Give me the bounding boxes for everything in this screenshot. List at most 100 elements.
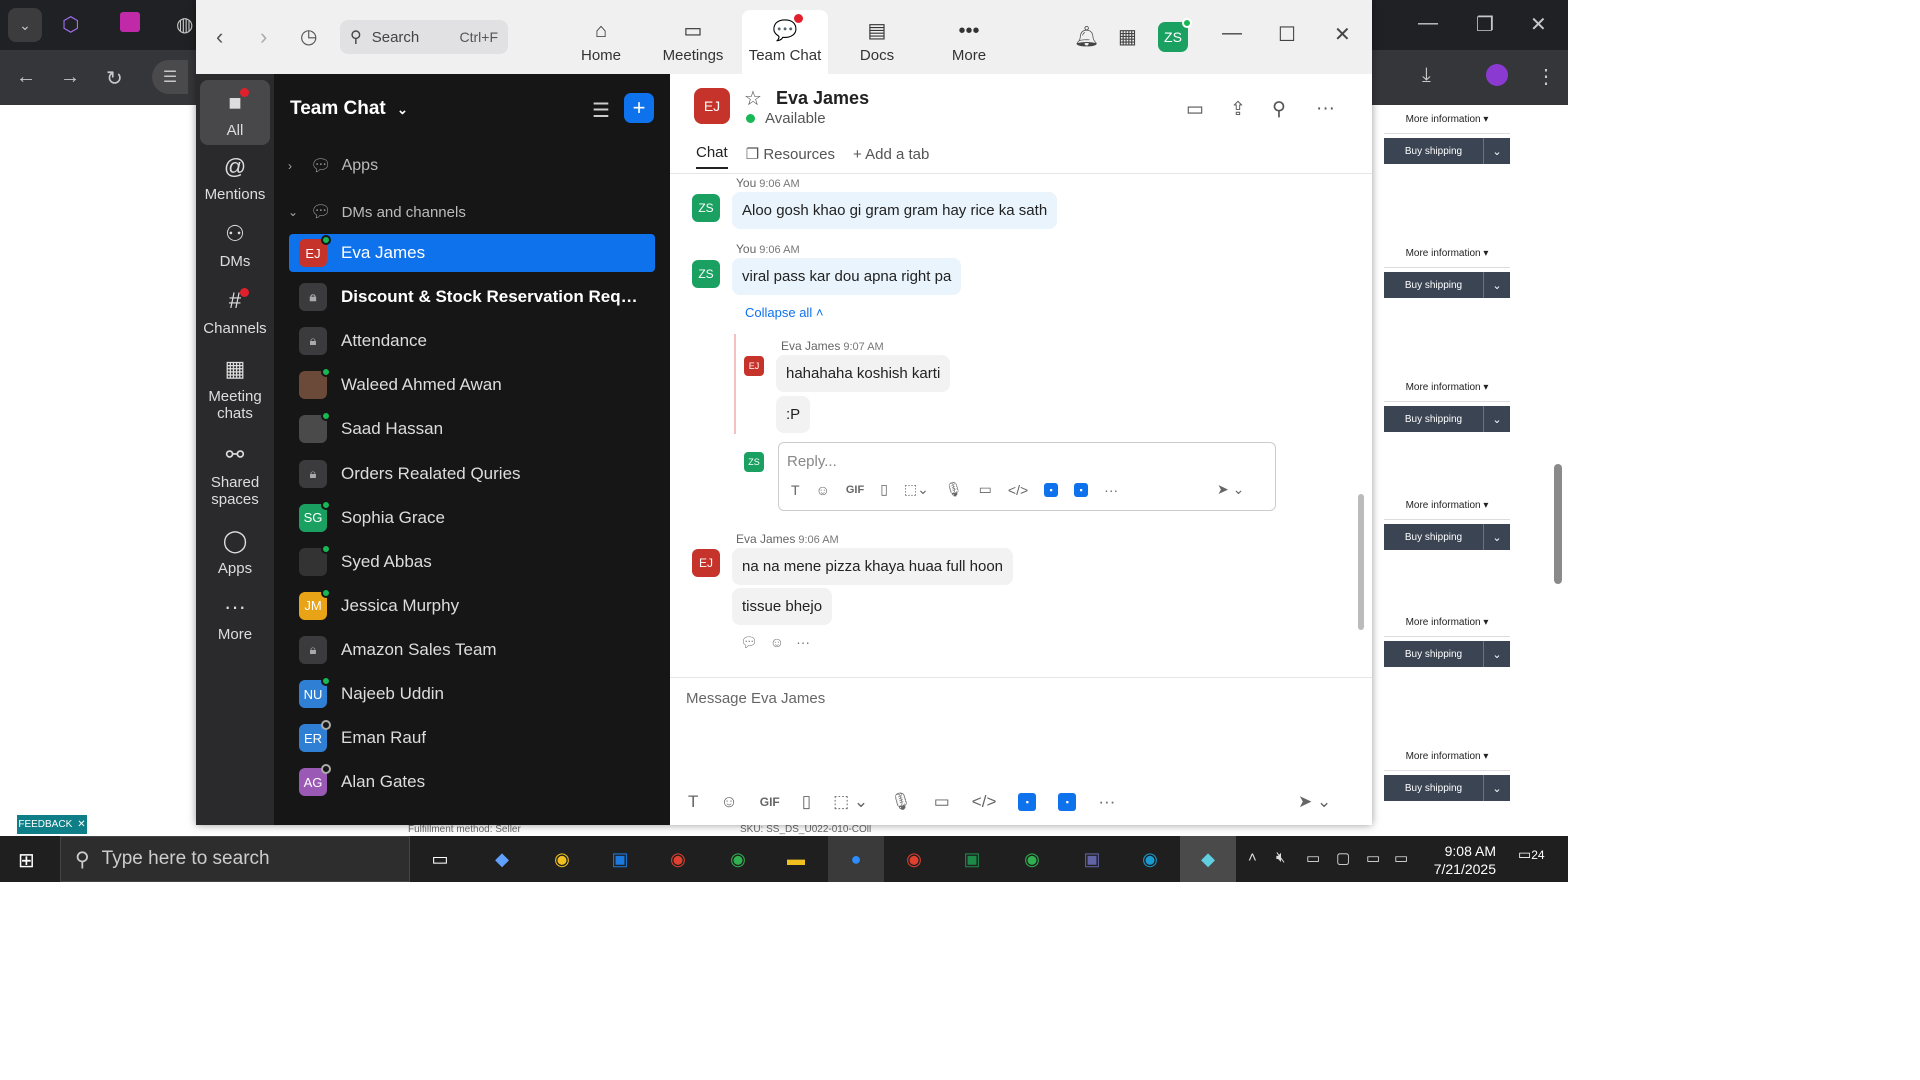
site-settings-icon[interactable]: ☰	[152, 60, 188, 94]
share-screen-icon[interactable]: ⇪	[1230, 98, 1246, 121]
history-icon[interactable]: ◷	[300, 24, 317, 49]
contact-name[interactable]: Eva James	[776, 88, 869, 109]
back-icon[interactable]: ‹	[216, 24, 223, 50]
tab-favicon-icon[interactable]	[120, 12, 140, 32]
send-icon[interactable]: ➤ ⌄	[1217, 481, 1244, 498]
task-view-icon[interactable]: ▭	[424, 845, 456, 873]
video-clip-icon[interactable]: ▭	[934, 792, 950, 812]
sidebar-item[interactable]: EJ Eva James	[289, 234, 655, 272]
message-bubble[interactable]: Aloo gosh khao gi gram gram hay rice ka …	[732, 192, 1058, 229]
gif-icon[interactable]: GIF	[760, 795, 780, 809]
display-icon[interactable]: ▢	[1336, 849, 1350, 867]
more-information-link[interactable]: More information ▾	[1384, 751, 1510, 771]
rail-mentions[interactable]: @ Mentions	[200, 154, 270, 203]
page-scrollbar[interactable]	[1552, 112, 1564, 824]
message-bubble[interactable]: na na mene pizza khaya huaa full hoon	[732, 548, 1014, 585]
code-icon[interactable]: </>	[972, 792, 997, 812]
outlook-icon[interactable]: ▣	[604, 845, 636, 873]
screenshot-icon[interactable]: ⬚ ⌄	[833, 792, 868, 812]
chrome-icon[interactable]: ◉	[722, 845, 754, 873]
close-icon[interactable]: ✕	[1334, 22, 1351, 47]
more-dots-icon[interactable]: ···	[1098, 792, 1115, 812]
more-information-link[interactable]: More information ▾	[1384, 500, 1510, 520]
avatar[interactable]: ZS	[692, 260, 720, 288]
taskbar-search[interactable]: ⚲ Type here to search	[60, 836, 410, 882]
more-dots-icon[interactable]: ···	[1104, 482, 1118, 498]
minimize-icon[interactable]: —	[1222, 22, 1242, 45]
sidebar-item[interactable]: NU Najeeb Uddin	[289, 675, 655, 713]
search-bar[interactable]: ⚲ Search Ctrl+F	[340, 20, 508, 54]
search-icon[interactable]: ⚲	[1272, 98, 1286, 121]
edge-icon[interactable]: ◉	[1134, 845, 1166, 873]
rail-dms[interactable]: ⚇ DMs	[200, 221, 270, 270]
message-bubble[interactable]: tissue bhejo	[732, 588, 833, 625]
sidebar-item[interactable]: Waleed Ahmed Awan	[289, 366, 655, 404]
excel-icon[interactable]: ▣	[956, 845, 988, 873]
back-icon[interactable]: ←	[16, 66, 36, 89]
file-icon[interactable]: ▯	[802, 792, 811, 812]
profile-avatar[interactable]	[1486, 64, 1508, 86]
sidebar-item[interactable]: 🔒︎ Orders Realated Quries	[289, 455, 655, 493]
rail-more[interactable]: ··· More	[200, 594, 270, 643]
buy-shipping-button[interactable]: Buy shipping ⌄	[1384, 641, 1510, 667]
volume-muted-icon[interactable]: 🔇︎	[1276, 849, 1285, 866]
tab-resources[interactable]: ❐ Resources	[746, 145, 835, 169]
tab-more[interactable]: ••• More	[926, 10, 1012, 74]
windows-start-icon[interactable]: ⊞	[18, 848, 35, 873]
avatar[interactable]: ZS	[744, 452, 764, 472]
app-icon[interactable]: ▪	[1018, 793, 1037, 811]
tab-home[interactable]: ⌂ Home	[558, 10, 644, 74]
rail-all[interactable]: ■ All	[200, 80, 270, 145]
tab-docs[interactable]: ▤ Docs	[834, 10, 920, 74]
tab-team-chat[interactable]: 💬 Team Chat	[742, 10, 828, 74]
microphone-icon[interactable]: 🎙︎	[945, 481, 963, 498]
whiteboard-icon[interactable]: ▪	[1074, 482, 1089, 497]
emoji-icon[interactable]: ☺	[816, 482, 830, 498]
filter-icon[interactable]: ☰	[592, 98, 610, 123]
tab-search-icon[interactable]: ⌄	[8, 8, 42, 42]
battery-icon[interactable]: ▭	[1366, 849, 1380, 867]
microphone-icon[interactable]: 🎙︎	[890, 792, 912, 812]
copilot-icon[interactable]: ◆	[486, 845, 518, 873]
thread-bubble[interactable]: hahahaha koshish karti	[776, 355, 951, 392]
new-chat-button[interactable]: +	[624, 93, 654, 123]
sidebar-item[interactable]: SG Sophia Grace	[289, 499, 655, 537]
whiteboard-icon[interactable]: ▪	[1058, 793, 1077, 811]
zoom-icon[interactable]: ●	[840, 845, 872, 873]
chevron-down-icon[interactable]: ⌄	[1484, 775, 1510, 801]
rail-shared-spaces[interactable]: ⚯ Shared spaces	[200, 442, 270, 508]
star-icon[interactable]: ☆	[744, 86, 762, 111]
reply-icon[interactable]: 💬︎	[740, 634, 758, 651]
user-avatar[interactable]: ZS	[1158, 18, 1192, 52]
avatar[interactable]: EJ	[692, 549, 720, 577]
window-close-icon[interactable]: ✕	[1530, 12, 1547, 37]
thread-bubble[interactable]: :P	[776, 396, 811, 433]
sidebar-item[interactable]: 🔒︎ Discount & Stock Reservation Reque...	[289, 278, 655, 316]
chevron-down-icon[interactable]: ⌄	[1484, 524, 1510, 550]
extension-cube-icon[interactable]: ⬡	[62, 12, 79, 37]
buy-shipping-button[interactable]: Buy shipping ⌄	[1384, 406, 1510, 432]
forward-icon[interactable]: →	[60, 66, 80, 89]
calendar-icon[interactable]: ▦	[1118, 24, 1137, 49]
chrome-icon[interactable]: ◉	[1016, 845, 1048, 873]
screenshot-icon[interactable]: ⬚⌄	[904, 481, 929, 498]
feedback-close-icon[interactable]: ✕	[77, 819, 85, 830]
rail-meeting-chats[interactable]: ▦ Meeting chats	[200, 356, 270, 422]
meet-now-icon[interactable]: ▭	[1306, 849, 1320, 867]
sidebar-item[interactable]: JM Jessica Murphy	[289, 587, 655, 625]
buy-shipping-button[interactable]: Buy shipping ⌄	[1384, 138, 1510, 164]
sidebar-item[interactable]: Saad Hassan	[289, 410, 655, 448]
network-icon[interactable]: ▭	[1394, 849, 1408, 867]
sidebar-item[interactable]: 🔒︎ Amazon Sales Team	[289, 631, 655, 669]
more-information-link[interactable]: More information ▾	[1384, 248, 1510, 268]
video-clip-icon[interactable]: ▭	[979, 481, 992, 498]
sidebar-item[interactable]: Syed Abbas	[289, 543, 655, 581]
app-icon[interactable]: ◆	[1192, 845, 1224, 873]
gif-icon[interactable]: GIF	[846, 484, 864, 496]
download-icon[interactable]: ⤓	[1422, 64, 1431, 87]
buy-shipping-button[interactable]: Buy shipping ⌄	[1384, 524, 1510, 550]
more-information-link[interactable]: More information ▾	[1384, 114, 1510, 134]
file-icon[interactable]: ▯	[880, 481, 888, 498]
feedback-tab[interactable]: FEEDBACK ✕	[17, 815, 87, 834]
more-options-icon[interactable]: ···	[1316, 98, 1335, 120]
